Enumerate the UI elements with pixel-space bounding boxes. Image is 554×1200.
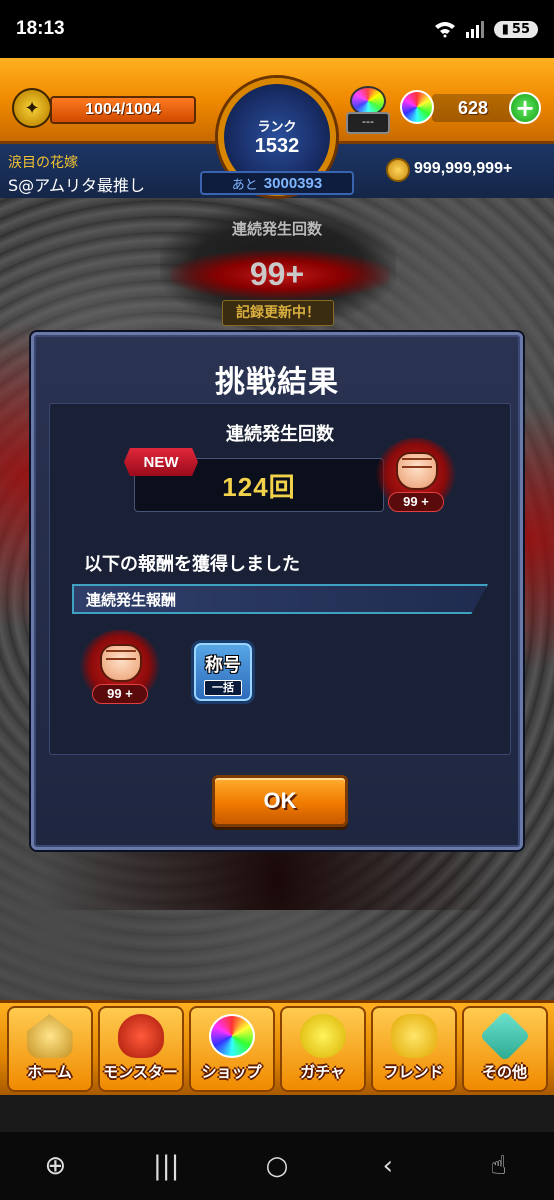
game-tools-icon[interactable]: ⊕ <box>31 1151 79 1181</box>
monster-icon <box>117 1014 164 1058</box>
battery-indicator: ▮ 55 <box>493 20 538 38</box>
reward-fist-icon <box>100 644 142 682</box>
player-name: S@アムリタ最推し <box>8 176 146 195</box>
fist-icon <box>396 452 438 490</box>
orb-icon <box>400 90 434 124</box>
nav-gacha[interactable]: ガチャ <box>279 1006 366 1092</box>
add-orb-button[interactable]: + <box>509 92 541 124</box>
other-icon <box>479 1010 530 1062</box>
wifi-icon <box>434 22 455 38</box>
status-bar: 18:13 ▮ 55 <box>0 0 554 58</box>
gacha-icon <box>299 1014 346 1058</box>
nav-home[interactable]: ホーム <box>6 1006 93 1092</box>
rank-value: 1532 <box>254 135 300 157</box>
friend-icon <box>390 1014 437 1058</box>
shop-icon <box>208 1014 255 1058</box>
streak-label: 連続発生回数 <box>231 220 322 238</box>
battery-icon: ▮ <box>501 21 509 37</box>
bottom-nav: ホーム モンスター ショップ ガチャ フレンド その他 <box>0 1000 554 1095</box>
nav-monster[interactable]: モンスター <box>97 1006 184 1092</box>
status-icons: ▮ 55 <box>434 20 538 38</box>
ok-button[interactable]: OK <box>212 775 348 827</box>
rank-label: ランク <box>257 120 297 135</box>
touch-lock-icon[interactable]: ☝ <box>475 1151 523 1181</box>
modal-title: 挑戦結果 <box>215 365 339 400</box>
title-reward-sub: 一括 <box>204 680 242 696</box>
system-nav-bar: ⊕ ||| ○ ‹ ☝ <box>0 1132 554 1200</box>
home-icon <box>26 1014 73 1058</box>
coin-value: 999,999,999+ <box>414 160 513 177</box>
rank-next-label: あと <box>231 177 258 193</box>
orb-dispenser-icon[interactable]: --- <box>346 86 390 136</box>
nav-friend-label: フレンド <box>383 1063 444 1081</box>
reward-category-label: 連続発生報酬 <box>86 591 177 609</box>
nav-other[interactable]: その他 <box>461 1006 548 1092</box>
nav-monster-label: モンスター <box>103 1063 178 1081</box>
title-reward-item[interactable]: 称号 一括 <box>191 640 255 704</box>
nav-shop[interactable]: ショップ <box>188 1006 275 1092</box>
rank-next-value: 3000393 <box>263 174 323 192</box>
reward-fist-item[interactable]: 99 + <box>80 630 160 710</box>
nav-home-label: ホーム <box>27 1063 72 1081</box>
nav-friend[interactable]: フレンド <box>370 1006 457 1092</box>
dispenser-label: --- <box>346 112 390 134</box>
challenge-result-modal: 挑戦結果 連続発生回数 124回 NEW 99 + 以下の報酬を獲得しました 連… <box>31 332 523 850</box>
player-title: 涙目の花嫁 <box>8 155 78 171</box>
nav-other-label: その他 <box>481 1063 527 1081</box>
status-time: 18:13 <box>16 18 65 39</box>
home-button[interactable]: ○ <box>253 1151 301 1181</box>
stamina-icon: ✦ <box>12 88 52 128</box>
fist-badge: 99 + <box>376 438 456 518</box>
reward-text: 以下の報酬を獲得しました <box>84 554 300 575</box>
recents-button[interactable]: ||| <box>142 1151 190 1181</box>
fist-level: 99 + <box>388 492 444 512</box>
signal-icon <box>465 21 484 38</box>
streak-value: 99+ <box>249 256 305 292</box>
rank-next-exp: あと 3000393 <box>200 171 354 195</box>
title-reward-kanji: 称号 <box>205 655 241 676</box>
coin-icon <box>386 158 410 182</box>
new-badge: NEW <box>124 448 198 476</box>
modal-content-panel: 連続発生回数 124回 NEW 99 + 以下の報酬を獲得しました 連続発生報酬… <box>49 403 511 755</box>
nav-gacha-label: ガチャ <box>300 1063 345 1081</box>
battery-level: 55 <box>511 21 530 37</box>
nav-shop-label: ショップ <box>201 1063 262 1081</box>
stamina-bar[interactable]: 1004/1004 <box>50 96 196 124</box>
game-header: ✦ 1004/1004 ランク 1532 あと 3000393 --- 628 … <box>0 58 554 198</box>
reward-fist-level: 99 + <box>92 684 148 704</box>
streak-record-badge: 記録更新中！ <box>222 300 334 326</box>
back-button[interactable]: ‹ <box>364 1151 412 1181</box>
